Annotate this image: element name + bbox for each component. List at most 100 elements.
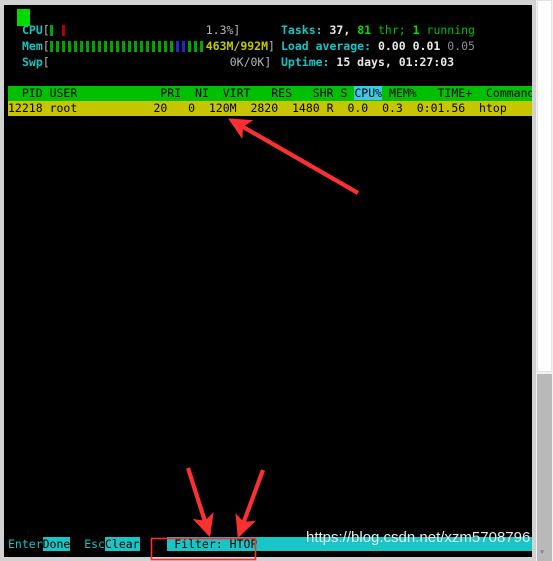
swap-bar-cell bbox=[50, 57, 53, 68]
fkey-done-label[interactable]: Done bbox=[42, 537, 71, 551]
swap-bar-cell bbox=[86, 57, 89, 68]
tasks-label: Tasks: bbox=[281, 23, 323, 37]
swap-bar-cell bbox=[194, 57, 197, 68]
swap-bar-cell bbox=[104, 57, 107, 68]
mem-bar-cell bbox=[163, 41, 167, 52]
swap-bar-cell bbox=[68, 57, 71, 68]
scroll-down-icon[interactable]: ▼ bbox=[540, 548, 544, 556]
fkey-enter[interactable]: Enter bbox=[8, 537, 43, 551]
cell-cpu-percent: 0.0 bbox=[347, 101, 369, 115]
cell-state: R bbox=[326, 101, 334, 115]
cpu-meter-open-bracket: [ bbox=[42, 23, 50, 37]
swap-bar-cell bbox=[152, 57, 155, 68]
mem-bar-cell bbox=[151, 41, 155, 52]
scrollbar-track[interactable] bbox=[537, 374, 552, 561]
swap-bar-cell bbox=[188, 57, 191, 68]
mem-bar-cell bbox=[67, 41, 71, 52]
column-header-ni[interactable]: NI bbox=[195, 86, 209, 100]
swap-meter: Swp[0K/0K] bbox=[22, 55, 271, 70]
mem-bar-cell bbox=[187, 41, 191, 52]
mem-bar-cell bbox=[61, 41, 65, 52]
mem-bar-cell bbox=[175, 41, 179, 52]
fkey-esc[interactable]: Esc bbox=[84, 537, 105, 551]
swap-meter-open-bracket: [ bbox=[42, 55, 50, 69]
cell-shr: 1480 bbox=[292, 101, 320, 115]
fkey-clear-label[interactable]: Clear bbox=[104, 537, 140, 551]
cpu-meter-bar bbox=[49, 25, 206, 37]
cpu-bar-cell bbox=[164, 25, 167, 36]
cell-command: htop bbox=[479, 101, 507, 115]
column-header-mem-percent[interactable]: MEM% bbox=[389, 86, 417, 100]
mem-bar-cell bbox=[91, 41, 95, 52]
cell-mem-percent: 0.3 bbox=[382, 101, 403, 115]
swap-bar-cell bbox=[110, 57, 113, 68]
swap-bar-cell bbox=[74, 57, 77, 68]
cell-ni: 0 bbox=[188, 101, 196, 115]
terminal-content: CPU[1.3%] Mem[463M/992M] Swp[0K/0K] Task… bbox=[4, 5, 532, 557]
column-header-pri[interactable]: PRI bbox=[160, 86, 181, 100]
cpu-meter-label: CPU bbox=[22, 23, 43, 37]
tasks-total: 37, bbox=[329, 23, 351, 37]
table-row[interactable]: 12218 root 20 0 120M 2820 1480 R 0.0 0.3… bbox=[8, 101, 532, 116]
cpu-bar-cell bbox=[104, 25, 107, 36]
cpu-bar-cell bbox=[86, 25, 89, 36]
mem-bar-cell bbox=[133, 41, 137, 52]
mem-meter-value: 463M/992M bbox=[205, 39, 269, 53]
cpu-bar-cell bbox=[140, 25, 143, 36]
swap-meter-close-bracket: ] bbox=[264, 55, 272, 69]
tasks-threads-label: thr; bbox=[378, 23, 406, 37]
cpu-bar-cell bbox=[146, 25, 149, 36]
cpu-bar-cell bbox=[176, 25, 179, 36]
mem-bar-cell bbox=[169, 41, 173, 52]
process-table-header[interactable]: PID USER PRI NI VIRT RES SHR S CPU% MEM%… bbox=[8, 86, 532, 101]
swap-meter-value: 0K/0K bbox=[229, 55, 265, 69]
mem-bar-cell bbox=[157, 41, 161, 52]
mem-bar-cell bbox=[145, 41, 149, 52]
cpu-bar-cell bbox=[74, 25, 77, 36]
cpu-meter-value: 1.3% bbox=[205, 23, 234, 37]
uptime-stat: Uptime: 15 days, 01:27:03 bbox=[281, 55, 454, 70]
swap-bar-cell bbox=[164, 57, 167, 68]
mem-bar-cell bbox=[109, 41, 113, 52]
column-header-pid[interactable]: PID bbox=[22, 86, 43, 100]
column-header-time[interactable]: TIME+ bbox=[438, 86, 473, 100]
swap-bar-cell bbox=[56, 57, 59, 68]
uptime-label: Uptime: bbox=[281, 55, 330, 69]
column-header-cpu-percent[interactable]: CPU% bbox=[354, 86, 383, 100]
cpu-meter-close-bracket: ] bbox=[233, 23, 241, 37]
cpu-bar-cell bbox=[182, 25, 185, 36]
swap-bar-cell bbox=[122, 57, 125, 68]
column-header-command[interactable]: Command bbox=[486, 86, 532, 100]
uptime-value: 15 days, 01:27:03 bbox=[336, 55, 455, 69]
mem-bar-cell bbox=[49, 41, 53, 52]
cpu-bar-cell bbox=[152, 25, 155, 36]
mem-bar-cell bbox=[55, 41, 59, 52]
mem-bar-cell bbox=[85, 41, 89, 52]
cell-pid: 12218 bbox=[8, 101, 43, 115]
terminal-window[interactable]: CPU[1.3%] Mem[463M/992M] Swp[0K/0K] Task… bbox=[0, 0, 536, 561]
swap-bar-cell bbox=[134, 57, 137, 68]
tasks-running-label: running bbox=[426, 23, 475, 37]
swap-bar-cell bbox=[218, 57, 221, 68]
mem-bar-cell bbox=[115, 41, 119, 52]
swap-bar-cell bbox=[80, 57, 83, 68]
column-header-res[interactable]: RES bbox=[271, 86, 292, 100]
column-header-virt[interactable]: VIRT bbox=[223, 86, 251, 100]
cell-time: 0:01.56 bbox=[416, 101, 466, 115]
page-scrollbar[interactable]: ▲ ▼ bbox=[535, 0, 553, 561]
mem-meter-label: Mem bbox=[22, 39, 43, 53]
column-header-shr[interactable]: SHR bbox=[313, 86, 334, 100]
cpu-bar-cell bbox=[128, 25, 131, 36]
tasks-running: 1 bbox=[412, 23, 420, 37]
filter-input[interactable]: Filter: HTOP bbox=[167, 537, 272, 551]
mem-bar-cell bbox=[139, 41, 143, 52]
column-header-user[interactable]: USER bbox=[50, 86, 78, 100]
cpu-bar-cell bbox=[134, 25, 137, 36]
cpu-bar-cell bbox=[122, 25, 125, 36]
swap-bar-cell bbox=[176, 57, 179, 68]
cpu-meter: CPU[1.3%] bbox=[22, 23, 240, 38]
scrollbar-thumb[interactable] bbox=[537, 0, 552, 372]
swap-bar-cell bbox=[98, 57, 101, 68]
cpu-bar-cell bbox=[170, 25, 173, 36]
swap-bar-cell bbox=[158, 57, 161, 68]
